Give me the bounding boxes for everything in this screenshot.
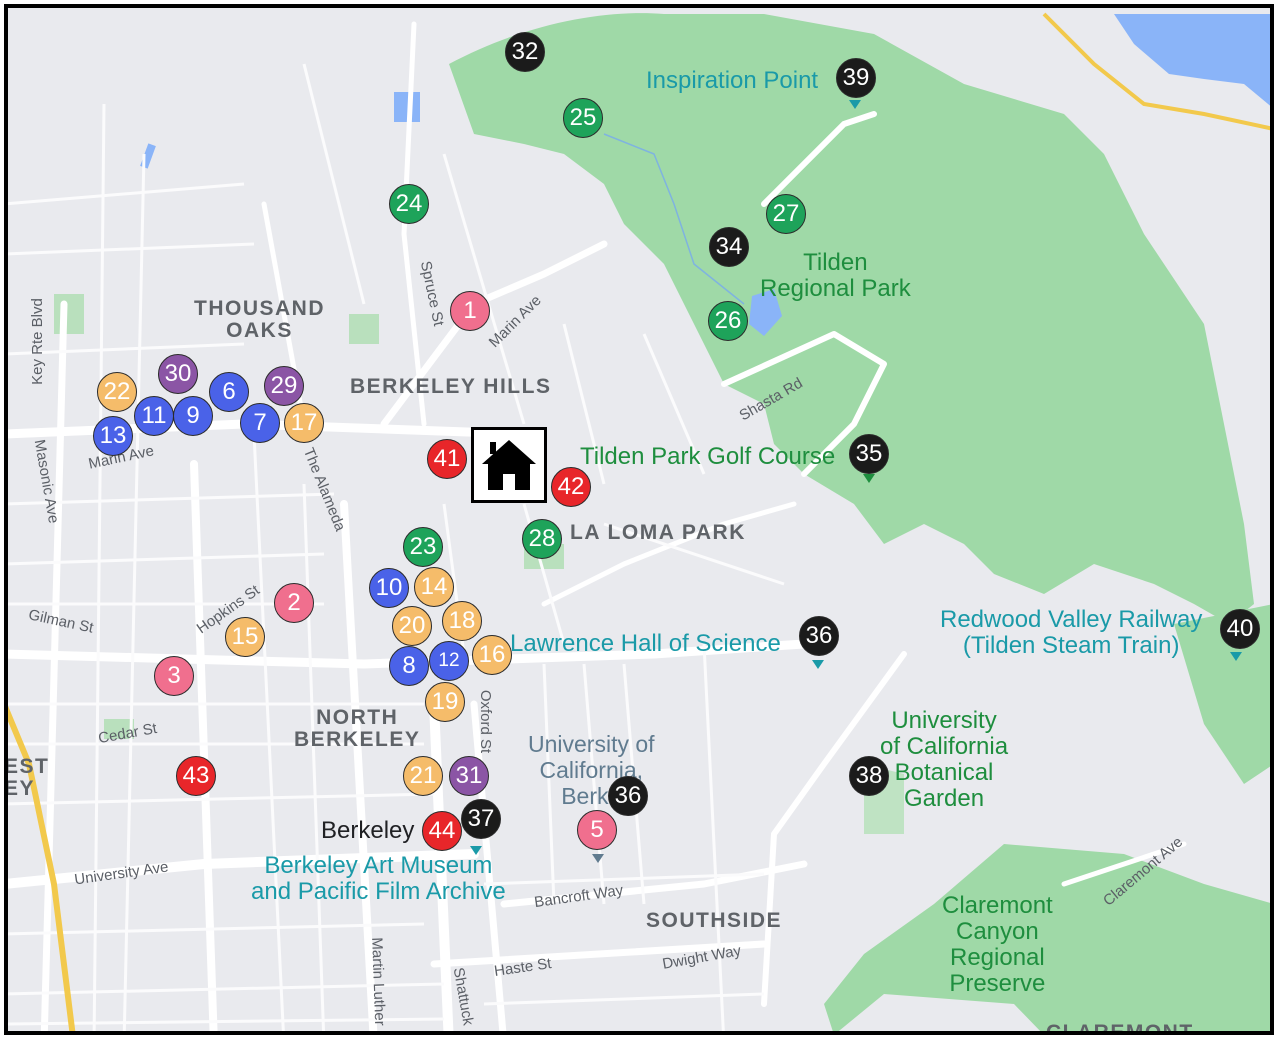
marker-19[interactable]: 19 [425, 682, 465, 722]
area-label-berkeley-hills: BERKELEY HILLS [350, 375, 552, 398]
map-base [8, 8, 1270, 1031]
marker-22[interactable]: 22 [97, 372, 137, 412]
marker-3[interactable]: 3 [154, 656, 194, 696]
marker-16[interactable]: 16 [472, 635, 512, 675]
marker-44[interactable]: 44 [422, 811, 462, 851]
marker-11[interactable]: 11 [134, 396, 174, 436]
place-berkeley-city[interactable]: Berkeley [321, 819, 414, 843]
map-frame: THOUSAND OAKS BERKELEY HILLS LA LOMA PAR… [4, 4, 1274, 1035]
marker-7[interactable]: 7 [240, 403, 280, 443]
marker-41[interactable]: 41 [427, 439, 467, 479]
marker-29[interactable]: 29 [264, 366, 304, 406]
marker-40[interactable]: 40 [1220, 609, 1260, 649]
marker-34[interactable]: 34 [709, 227, 749, 267]
area-label-thousand-oaks: THOUSAND OAKS [194, 297, 325, 342]
marker-8[interactable]: 8 [389, 646, 429, 686]
place-claremont-canyon[interactable]: Claremont Canyon Regional Preserve [942, 893, 1053, 997]
area-label-west-berkeley: EST EY [4, 755, 50, 800]
street-label-oxford: Oxford St [477, 689, 495, 754]
marker-21[interactable]: 21 [403, 756, 443, 796]
place-redwood-valley-railway[interactable]: Redwood Valley Railway (Tilden Steam Tra… [940, 607, 1202, 659]
marker-31[interactable]: 31 [449, 756, 489, 796]
house-icon [482, 440, 536, 490]
area-label-claremont: CLAREMONT [1046, 1021, 1194, 1035]
place-botanical-garden[interactable]: University of California Botanical Garde… [880, 708, 1008, 812]
marker-36[interactable]: 36 [608, 776, 648, 816]
pin-inspiration-point [849, 100, 861, 109]
marker-15[interactable]: 15 [225, 617, 265, 657]
marker-37[interactable]: 37 [461, 799, 501, 839]
map-canvas[interactable]: THOUSAND OAKS BERKELEY HILLS LA LOMA PAR… [4, 8, 1270, 1035]
marker-42[interactable]: 42 [551, 467, 591, 507]
marker-13[interactable]: 13 [93, 416, 133, 456]
marker-2[interactable]: 2 [274, 583, 314, 623]
street-label-key-route: Key Rte Blvd [28, 298, 46, 385]
pin-uc-berkeley [592, 854, 604, 863]
marker-14[interactable]: 14 [414, 567, 454, 607]
area-label-southside: SOUTHSIDE [646, 909, 783, 932]
marker-30[interactable]: 30 [158, 354, 198, 394]
marker-23[interactable]: 23 [403, 527, 443, 567]
marker-32[interactable]: 32 [505, 32, 545, 72]
marker-18[interactable]: 18 [442, 601, 482, 641]
marker-27[interactable]: 27 [766, 194, 806, 234]
area-label-north-berkeley: NORTH BERKELEY [294, 706, 421, 751]
marker-6[interactable]: 6 [209, 372, 249, 412]
marker-36[interactable]: 36 [799, 616, 839, 656]
place-lawrence-hall[interactable]: Lawrence Hall of Science [510, 631, 781, 657]
marker-25[interactable]: 25 [563, 98, 603, 138]
marker-17[interactable]: 17 [284, 403, 324, 443]
marker-1[interactable]: 1 [450, 291, 490, 331]
marker-12[interactable]: 12 [429, 641, 469, 681]
marker-5[interactable]: 5 [577, 810, 617, 850]
pin-lawrence-hall [812, 660, 824, 669]
home-marker[interactable] [471, 427, 547, 503]
area-label-la-loma-park: LA LOMA PARK [570, 521, 746, 544]
marker-9[interactable]: 9 [173, 396, 213, 436]
marker-43[interactable]: 43 [176, 756, 216, 796]
place-tilden-golf[interactable]: Tilden Park Golf Course [580, 444, 835, 470]
marker-24[interactable]: 24 [389, 184, 429, 224]
place-inspiration-point[interactable]: Inspiration Point [646, 68, 818, 94]
marker-28[interactable]: 28 [522, 519, 562, 559]
place-art-museum[interactable]: Berkeley Art Museum and Pacific Film Arc… [251, 853, 506, 905]
pin-art-museum [470, 846, 482, 855]
place-tilden-regional-park[interactable]: Tilden Regional Park [760, 250, 911, 302]
pin-redwood-valley [1230, 652, 1242, 661]
marker-38[interactable]: 38 [849, 756, 889, 796]
marker-26[interactable]: 26 [708, 301, 748, 341]
marker-10[interactable]: 10 [369, 568, 409, 608]
marker-20[interactable]: 20 [392, 606, 432, 646]
marker-39[interactable]: 39 [836, 58, 876, 98]
street-label-martin-luther: Martin Luther [368, 937, 389, 1026]
marker-35[interactable]: 35 [849, 434, 889, 474]
pin-tilden-golf [863, 474, 875, 483]
